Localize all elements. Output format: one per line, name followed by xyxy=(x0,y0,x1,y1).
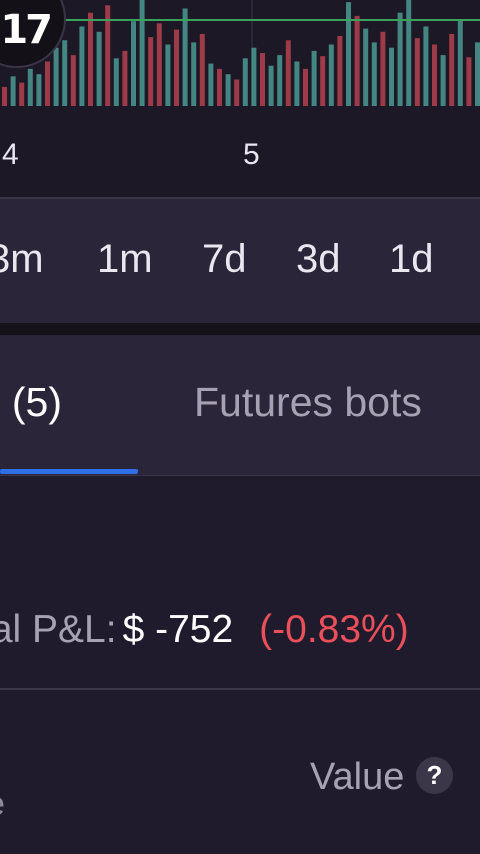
timeframe-selector: 3m 1m 7d 3d 1d xyxy=(0,197,480,327)
volume-bar xyxy=(62,40,68,106)
volume-bar xyxy=(191,42,197,106)
volume-chart-svg xyxy=(0,0,480,107)
volume-bar xyxy=(371,42,377,106)
volume-bar xyxy=(234,79,240,106)
volume-bar xyxy=(414,38,420,106)
volume-bar xyxy=(440,55,446,106)
help-icon[interactable]: ? xyxy=(416,757,453,794)
volume-bar xyxy=(225,74,231,106)
volume-bar xyxy=(423,26,429,106)
tab-bots-active[interactable]: s (5) xyxy=(0,379,62,426)
volume-bar xyxy=(199,33,205,106)
column-header-name: e xyxy=(0,785,5,824)
summary-divider xyxy=(0,688,480,690)
x-axis-label-4: 4 xyxy=(2,138,19,171)
volume-bar xyxy=(36,74,42,106)
timeframe-7d[interactable]: 7d xyxy=(202,237,247,282)
volume-bar xyxy=(466,57,472,106)
tabs-border xyxy=(0,475,480,476)
volume-bar xyxy=(79,26,85,106)
total-pnl-percent: (-0.83%) xyxy=(259,608,409,651)
volume-bar xyxy=(19,82,25,106)
volume-bar xyxy=(251,47,257,106)
app-screen: 17 4 5 3m 1m 7d 3d 1d s (5) Futures bots… xyxy=(0,0,480,854)
volume-bar xyxy=(303,68,308,106)
volume-bar xyxy=(131,21,136,107)
volume-bar xyxy=(285,40,291,106)
active-tab-indicator xyxy=(0,469,138,474)
column-header-value: Value xyxy=(310,756,405,798)
volume-bar xyxy=(406,0,412,106)
price-chart[interactable]: 17 4 5 xyxy=(0,0,480,197)
tab-futures-bots[interactable]: Futures bots xyxy=(194,379,422,426)
volume-bar xyxy=(328,44,334,106)
volume-bar xyxy=(475,42,480,106)
bot-tabs: s (5) Futures bots xyxy=(0,335,480,475)
volume-bar xyxy=(139,0,145,106)
volume-bar xyxy=(113,58,119,106)
timeframe-1d[interactable]: 1d xyxy=(389,237,434,282)
volume-bar xyxy=(2,86,7,106)
total-pnl-label: tal P&L: xyxy=(0,608,117,651)
volume-bar xyxy=(96,31,102,106)
volume-bar xyxy=(208,63,214,106)
volume-bar xyxy=(389,47,394,106)
timeframe-3m[interactable]: 3m xyxy=(0,237,44,282)
volume-bar xyxy=(148,37,154,106)
volume-bar xyxy=(277,55,283,106)
volume-bar xyxy=(346,2,351,106)
volume-bar xyxy=(10,76,16,106)
volume-bar xyxy=(27,68,33,106)
volume-bar xyxy=(156,23,162,106)
volume-bar xyxy=(320,56,326,106)
volume-bar xyxy=(380,31,386,106)
volume-bar xyxy=(354,15,360,106)
volume-bar xyxy=(122,50,128,106)
volume-bar xyxy=(260,53,265,106)
volume-bar xyxy=(311,50,317,106)
volume-bar xyxy=(174,29,179,106)
section-divider xyxy=(0,323,480,335)
volume-bar xyxy=(432,44,437,106)
volume-bar xyxy=(88,12,93,106)
volume-bar xyxy=(457,19,463,106)
volume-bar xyxy=(363,28,369,106)
logo-text: 17 xyxy=(0,7,53,53)
volume-bar xyxy=(165,44,171,106)
volume-bar xyxy=(397,12,403,106)
volume-bar xyxy=(337,36,343,106)
volume-bar xyxy=(53,47,59,106)
total-pnl-value: $ -752 xyxy=(122,608,234,651)
volume-bar xyxy=(449,33,455,106)
x-axis-label-5: 5 xyxy=(243,138,260,171)
timeframe-3d[interactable]: 3d xyxy=(296,237,341,282)
total-pnl: tal P&L:$ -752 (-0.83%) xyxy=(0,608,409,652)
volume-bar xyxy=(182,8,188,107)
volume-bar xyxy=(45,61,50,106)
volume-bar xyxy=(217,68,222,106)
timeframe-1m[interactable]: 1m xyxy=(97,237,153,282)
volume-bar xyxy=(242,58,248,106)
volume-bar xyxy=(268,65,274,106)
volume-bar xyxy=(294,61,300,106)
volume-bar xyxy=(70,55,76,106)
